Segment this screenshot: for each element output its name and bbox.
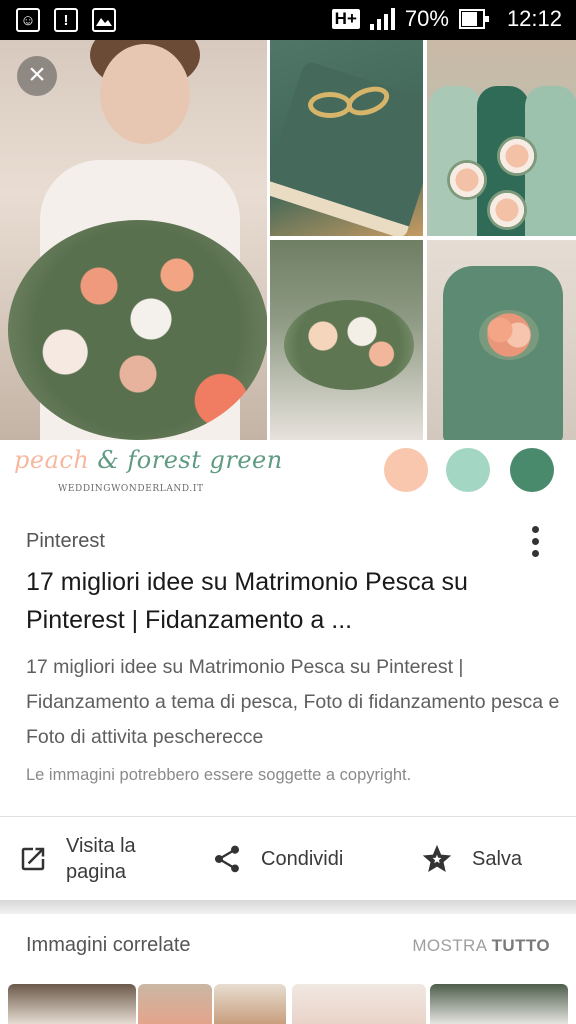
visit-page-button[interactable]: Visita la pagina	[16, 818, 136, 900]
star-icon	[420, 842, 454, 876]
visit-page-label-1: Visita la	[66, 835, 136, 857]
battery-icon	[458, 9, 489, 29]
related-thumbnail[interactable]	[214, 984, 286, 1024]
save-button[interactable]: Salva	[420, 818, 522, 900]
swatch-forest-green	[510, 448, 554, 492]
swatch-peach	[384, 448, 428, 492]
share-icon	[210, 842, 244, 876]
alert-notification-icon: !	[54, 8, 78, 32]
image-notification-icon	[92, 8, 116, 32]
related-thumbnail[interactable]	[292, 984, 426, 1024]
clock: 12:12	[506, 6, 562, 31]
centerpiece-photo	[270, 240, 423, 440]
source-name: Pinterest	[26, 530, 105, 552]
more-options-icon[interactable]	[522, 524, 550, 560]
section-separator	[0, 900, 576, 914]
visit-page-label-2: pagina	[66, 861, 127, 883]
bride-photo	[0, 40, 267, 440]
related-thumbnail[interactable]	[430, 984, 568, 1024]
palette-site: WEDDINGWONDERLAND.IT	[58, 484, 204, 494]
battery-percent: 70%	[404, 6, 449, 31]
close-icon[interactable]: ×	[17, 56, 57, 96]
network-icon: H+	[331, 9, 360, 29]
save-label: Salva	[472, 848, 523, 870]
result-description: 17 migliori idee su Matrimonio Pesca su …	[26, 656, 560, 748]
show-all-button[interactable]: MOSTRA TUTTO	[412, 936, 550, 956]
palette-title: peach & forest green	[14, 446, 283, 474]
status-bar: ☺ ! H+ 70% 12:12	[0, 0, 576, 40]
action-bar: Visita la pagina Condividi Salva	[0, 818, 576, 900]
image-preview[interactable]: peach & forest green WEDDINGWONDERLAND.I…	[0, 40, 576, 502]
related-thumbnail[interactable]	[138, 984, 212, 1024]
share-button[interactable]: Condividi	[210, 818, 343, 900]
chair-photo	[427, 240, 576, 440]
share-label: Condividi	[261, 848, 344, 870]
signal-icon	[369, 8, 395, 30]
color-palette: peach & forest green WEDDINGWONDERLAND.I…	[0, 440, 576, 502]
face-notification-icon: ☺	[16, 8, 40, 32]
swatch-mint	[446, 448, 490, 492]
divider	[0, 816, 576, 817]
related-images-heading: Immagini correlate	[26, 934, 191, 956]
open-in-new-icon	[16, 842, 50, 876]
related-thumbnail[interactable]	[8, 984, 136, 1024]
bridesmaids-photo	[427, 40, 576, 236]
copyright-notice: Le immagini potrebbero essere soggette a…	[26, 766, 412, 784]
result-title[interactable]: 17 migliori idee su Matrimonio Pesca su …	[26, 563, 546, 639]
rings-photo	[270, 40, 423, 236]
